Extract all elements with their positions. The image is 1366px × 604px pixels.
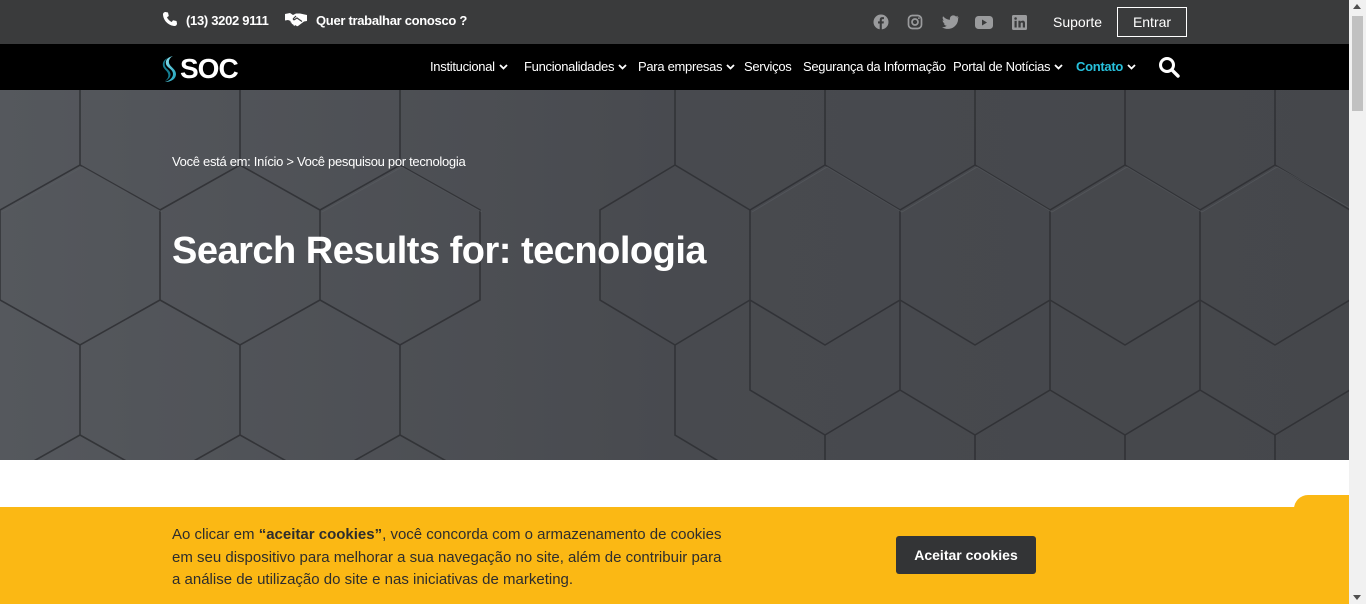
nav-label: Serviços xyxy=(744,59,792,74)
nav-para-empresas[interactable]: Para empresas xyxy=(638,59,735,74)
breadcrumb-prefix: Você está em: xyxy=(172,154,251,169)
nav-contato[interactable]: Contato xyxy=(1076,59,1136,74)
jobs-link[interactable]: Quer trabalhar conosco ? xyxy=(284,11,467,30)
breadcrumb-separator: > xyxy=(286,154,294,169)
accept-cookies-button[interactable]: Aceitar cookies xyxy=(896,536,1036,574)
nav-label: Segurança da Informação xyxy=(803,59,946,74)
nav-funcionalidades[interactable]: Funcionalidades xyxy=(524,59,627,74)
chevron-down-icon xyxy=(618,63,627,70)
phone-icon xyxy=(162,11,178,30)
nav-servicos[interactable]: Serviços xyxy=(744,59,792,74)
nav-institucional[interactable]: Institucional xyxy=(430,59,508,74)
chevron-down-icon xyxy=(1054,63,1063,70)
jobs-label: Quer trabalhar conosco ? xyxy=(316,13,468,28)
cookie-message: Ao clicar em “aceitar cookies”, você con… xyxy=(172,524,732,592)
cookie-text-before: Ao clicar em xyxy=(172,526,259,543)
nav-label: Para empresas xyxy=(638,59,723,74)
breadcrumb-current: Você pesquisou por tecnologia xyxy=(297,154,466,169)
breadcrumb-home-link[interactable]: Início xyxy=(254,154,284,169)
nav-label: Portal de Notícias xyxy=(953,59,1051,74)
logo[interactable]: SOC xyxy=(162,53,239,85)
phone-link[interactable]: (13) 3202 9111 xyxy=(162,11,269,30)
search-icon[interactable] xyxy=(1158,56,1180,78)
linkedin-icon[interactable] xyxy=(1010,13,1028,31)
login-button[interactable]: Entrar xyxy=(1117,7,1187,37)
instagram-icon[interactable] xyxy=(906,13,924,31)
nav-portal-noticias[interactable]: Portal de Notícias xyxy=(953,59,1063,74)
logo-mark-icon xyxy=(162,56,176,82)
nav-label: Contato xyxy=(1076,59,1123,74)
hero-banner: Você está em: Início > Você pesquisou po… xyxy=(0,90,1349,460)
nav-label: Institucional xyxy=(430,59,495,74)
top-bar: (13) 3202 9111 Quer trabalhar conosco ? … xyxy=(0,0,1349,44)
page-title: Search Results for: tecnologia xyxy=(172,230,707,272)
youtube-icon[interactable] xyxy=(975,13,993,31)
phone-number: (13) 3202 9111 xyxy=(186,13,269,28)
scrollbar-thumb[interactable] xyxy=(1352,16,1363,111)
logo-text: SOC xyxy=(180,53,239,84)
chevron-down-icon xyxy=(499,63,508,70)
hexagon-background xyxy=(0,90,1349,460)
facebook-icon[interactable] xyxy=(872,13,890,31)
cookie-banner: Ao clicar em “aceitar cookies”, você con… xyxy=(0,507,1349,604)
scroll-up-arrow-icon[interactable] xyxy=(1353,4,1361,9)
support-link[interactable]: Suporte xyxy=(1053,14,1102,30)
handshake-icon xyxy=(284,11,308,30)
main-navbar: SOC Institucional Funcionalidades Para e… xyxy=(0,44,1349,90)
cookie-text-bold: “aceitar cookies” xyxy=(258,526,383,543)
scroll-down-arrow-icon[interactable] xyxy=(1353,595,1361,600)
chevron-down-icon xyxy=(726,63,735,70)
breadcrumb: Você está em: Início > Você pesquisou po… xyxy=(172,154,466,169)
page-scrollbar[interactable] xyxy=(1349,0,1366,604)
nav-label: Funcionalidades xyxy=(524,59,615,74)
nav-seguranca[interactable]: Segurança da Informação xyxy=(803,59,946,74)
twitter-icon[interactable] xyxy=(941,13,959,31)
chevron-down-icon xyxy=(1127,63,1136,70)
